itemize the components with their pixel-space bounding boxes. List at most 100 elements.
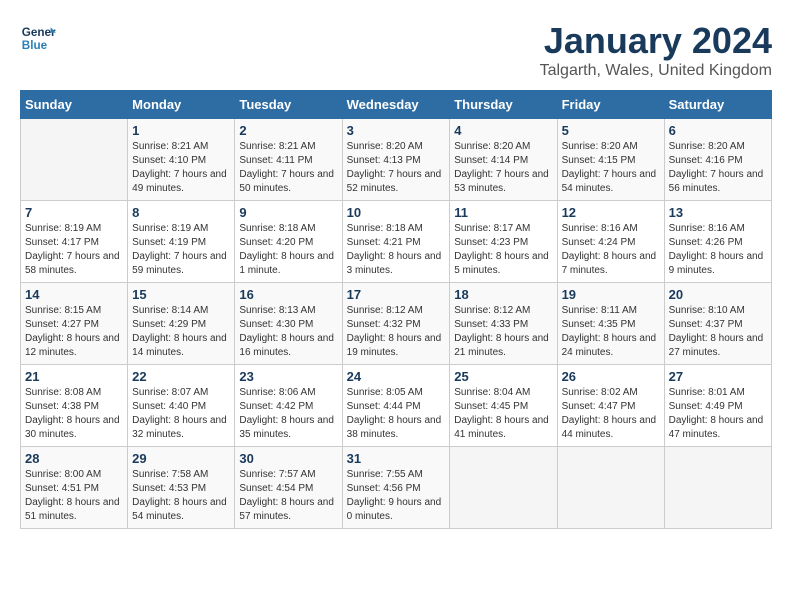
day-info: Sunrise: 8:17 AM Sunset: 4:23 PM Dayligh…	[454, 222, 552, 278]
day-info: Sunrise: 8:07 AM Sunset: 4:40 PM Dayligh…	[132, 386, 230, 442]
calendar-cell: 23Sunrise: 8:06 AM Sunset: 4:42 PM Dayli…	[235, 365, 342, 447]
week-row-3: 14 Sunrise: 8:15 AM Sunset: 4:27 PM Dayli…	[21, 283, 772, 365]
day-info: Sunrise: 8:19 AM Sunset: 4:19 PM Dayligh…	[132, 222, 230, 278]
day-info: Sunrise: 8:20 AM Sunset: 4:16 PM Dayligh…	[669, 140, 767, 196]
logo: General Blue	[20, 20, 56, 56]
day-info: Sunrise: 8:06 AM Sunset: 4:42 PM Dayligh…	[239, 386, 337, 442]
day-number: 1	[132, 123, 230, 138]
day-info: Sunrise: 8:12 AM Sunset: 4:33 PM Dayligh…	[454, 304, 552, 360]
day-number: 21	[25, 369, 123, 384]
calendar-cell: 6 Sunrise: 8:20 AM Sunset: 4:16 PM Daylig…	[664, 119, 771, 201]
day-info: Sunrise: 8:08 AM Sunset: 4:38 PM Dayligh…	[25, 386, 123, 442]
calendar-cell: 16Sunrise: 8:13 AM Sunset: 4:30 PM Dayli…	[235, 283, 342, 365]
day-info: Sunrise: 8:21 AM Sunset: 4:10 PM Dayligh…	[132, 140, 230, 196]
calendar-cell: 22 Sunrise: 8:07 AM Sunset: 4:40 PM Dayli…	[128, 365, 235, 447]
calendar-cell: 25 Sunrise: 8:04 AM Sunset: 4:45 PM Dayli…	[450, 365, 557, 447]
calendar-cell: 1 Sunrise: 8:21 AM Sunset: 4:10 PM Daylig…	[128, 119, 235, 201]
calendar-cell: 15Sunrise: 8:14 AM Sunset: 4:29 PM Dayli…	[128, 283, 235, 365]
calendar-cell: 31Sunrise: 7:55 AM Sunset: 4:56 PM Dayli…	[342, 447, 450, 529]
day-number: 18	[454, 287, 552, 302]
week-row-5: 28 Sunrise: 8:00 AM Sunset: 4:51 PM Dayli…	[21, 447, 772, 529]
calendar-cell: 17 Sunrise: 8:12 AM Sunset: 4:32 PM Dayli…	[342, 283, 450, 365]
location: Talgarth, Wales, United Kingdom	[540, 62, 772, 80]
calendar-cell: 18 Sunrise: 8:12 AM Sunset: 4:33 PM Dayli…	[450, 283, 557, 365]
day-info: Sunrise: 8:10 AM Sunset: 4:37 PM Dayligh…	[669, 304, 767, 360]
day-number: 29	[132, 451, 230, 466]
calendar-cell	[21, 119, 128, 201]
title-block: January 2024 Talgarth, Wales, United Kin…	[540, 20, 772, 80]
day-number: 4	[454, 123, 552, 138]
calendar-table: SundayMondayTuesdayWednesdayThursdayFrid…	[20, 90, 772, 529]
calendar-cell: 20Sunrise: 8:10 AM Sunset: 4:37 PM Dayli…	[664, 283, 771, 365]
day-number: 16	[239, 287, 337, 302]
day-info: Sunrise: 8:18 AM Sunset: 4:20 PM Dayligh…	[239, 222, 337, 278]
day-header-wednesday: Wednesday	[342, 91, 450, 119]
week-row-4: 21 Sunrise: 8:08 AM Sunset: 4:38 PM Dayli…	[21, 365, 772, 447]
calendar-cell: 3 Sunrise: 8:20 AM Sunset: 4:13 PM Daylig…	[342, 119, 450, 201]
day-info: Sunrise: 7:58 AM Sunset: 4:53 PM Dayligh…	[132, 468, 230, 524]
calendar-cell: 27Sunrise: 8:01 AM Sunset: 4:49 PM Dayli…	[664, 365, 771, 447]
day-info: Sunrise: 8:19 AM Sunset: 4:17 PM Dayligh…	[25, 222, 123, 278]
logo-icon: General Blue	[20, 20, 56, 56]
page-header: General Blue January 2024 Talgarth, Wale…	[20, 20, 772, 80]
week-row-2: 7 Sunrise: 8:19 AM Sunset: 4:17 PM Daylig…	[21, 201, 772, 283]
day-number: 28	[25, 451, 123, 466]
calendar-cell: 24 Sunrise: 8:05 AM Sunset: 4:44 PM Dayli…	[342, 365, 450, 447]
calendar-cell: 8 Sunrise: 8:19 AM Sunset: 4:19 PM Daylig…	[128, 201, 235, 283]
month-title: January 2024	[540, 20, 772, 62]
calendar-cell: 9 Sunrise: 8:18 AM Sunset: 4:20 PM Daylig…	[235, 201, 342, 283]
day-number: 10	[347, 205, 446, 220]
day-number: 14	[25, 287, 123, 302]
day-info: Sunrise: 8:02 AM Sunset: 4:47 PM Dayligh…	[562, 386, 660, 442]
day-header-sunday: Sunday	[21, 91, 128, 119]
day-number: 27	[669, 369, 767, 384]
header-row: SundayMondayTuesdayWednesdayThursdayFrid…	[21, 91, 772, 119]
calendar-cell: 26 Sunrise: 8:02 AM Sunset: 4:47 PM Dayli…	[557, 365, 664, 447]
day-number: 15	[132, 287, 230, 302]
day-number: 3	[347, 123, 446, 138]
day-info: Sunrise: 7:57 AM Sunset: 4:54 PM Dayligh…	[239, 468, 337, 524]
calendar-cell: 12Sunrise: 8:16 AM Sunset: 4:24 PM Dayli…	[557, 201, 664, 283]
calendar-cell: 30 Sunrise: 7:57 AM Sunset: 4:54 PM Dayli…	[235, 447, 342, 529]
svg-text:Blue: Blue	[22, 39, 48, 52]
day-info: Sunrise: 8:00 AM Sunset: 4:51 PM Dayligh…	[25, 468, 123, 524]
calendar-cell: 11 Sunrise: 8:17 AM Sunset: 4:23 PM Dayli…	[450, 201, 557, 283]
day-number: 31	[347, 451, 446, 466]
day-info: Sunrise: 8:20 AM Sunset: 4:13 PM Dayligh…	[347, 140, 446, 196]
day-number: 7	[25, 205, 123, 220]
day-header-thursday: Thursday	[450, 91, 557, 119]
day-number: 8	[132, 205, 230, 220]
day-number: 9	[239, 205, 337, 220]
week-row-1: 1 Sunrise: 8:21 AM Sunset: 4:10 PM Daylig…	[21, 119, 772, 201]
day-number: 5	[562, 123, 660, 138]
day-info: Sunrise: 8:21 AM Sunset: 4:11 PM Dayligh…	[239, 140, 337, 196]
day-info: Sunrise: 8:20 AM Sunset: 4:14 PM Dayligh…	[454, 140, 552, 196]
day-number: 24	[347, 369, 446, 384]
day-number: 17	[347, 287, 446, 302]
calendar-cell	[557, 447, 664, 529]
calendar-cell: 4 Sunrise: 8:20 AM Sunset: 4:14 PM Daylig…	[450, 119, 557, 201]
day-info: Sunrise: 8:20 AM Sunset: 4:15 PM Dayligh…	[562, 140, 660, 196]
day-number: 11	[454, 205, 552, 220]
day-info: Sunrise: 8:16 AM Sunset: 4:26 PM Dayligh…	[669, 222, 767, 278]
calendar-cell: 10 Sunrise: 8:18 AM Sunset: 4:21 PM Dayli…	[342, 201, 450, 283]
day-number: 6	[669, 123, 767, 138]
day-info: Sunrise: 8:12 AM Sunset: 4:32 PM Dayligh…	[347, 304, 446, 360]
calendar-cell: 13Sunrise: 8:16 AM Sunset: 4:26 PM Dayli…	[664, 201, 771, 283]
calendar-cell: 2 Sunrise: 8:21 AM Sunset: 4:11 PM Daylig…	[235, 119, 342, 201]
day-info: Sunrise: 8:15 AM Sunset: 4:27 PM Dayligh…	[25, 304, 123, 360]
day-number: 2	[239, 123, 337, 138]
day-number: 26	[562, 369, 660, 384]
day-info: Sunrise: 8:05 AM Sunset: 4:44 PM Dayligh…	[347, 386, 446, 442]
day-header-saturday: Saturday	[664, 91, 771, 119]
calendar-cell: 28 Sunrise: 8:00 AM Sunset: 4:51 PM Dayli…	[21, 447, 128, 529]
day-info: Sunrise: 8:18 AM Sunset: 4:21 PM Dayligh…	[347, 222, 446, 278]
calendar-cell: 21 Sunrise: 8:08 AM Sunset: 4:38 PM Dayli…	[21, 365, 128, 447]
day-number: 22	[132, 369, 230, 384]
calendar-cell	[664, 447, 771, 529]
day-number: 30	[239, 451, 337, 466]
calendar-cell: 29 Sunrise: 7:58 AM Sunset: 4:53 PM Dayli…	[128, 447, 235, 529]
calendar-cell: 19Sunrise: 8:11 AM Sunset: 4:35 PM Dayli…	[557, 283, 664, 365]
day-info: Sunrise: 8:04 AM Sunset: 4:45 PM Dayligh…	[454, 386, 552, 442]
day-number: 25	[454, 369, 552, 384]
